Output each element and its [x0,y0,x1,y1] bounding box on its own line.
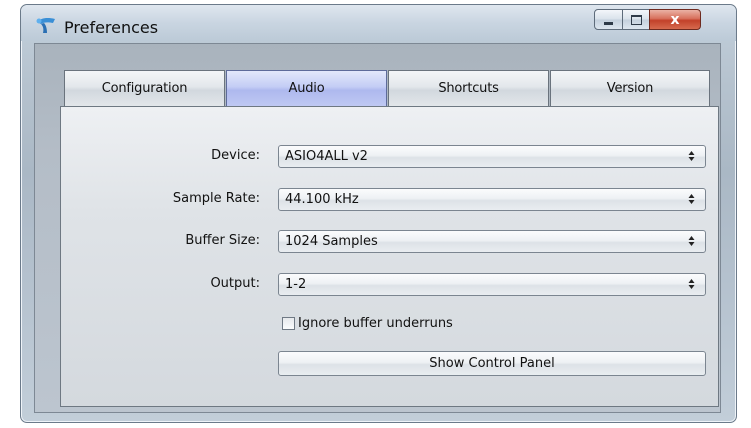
minimize-button[interactable] [594,9,623,30]
tab-version[interactable]: Version [550,70,710,106]
close-icon: x [670,11,680,28]
buffer-size-select[interactable]: 1024 Samples [278,230,706,253]
device-value: ASIO4ALL v2 [285,149,368,164]
window-title: Preferences [64,18,159,37]
close-button[interactable]: x [649,9,701,30]
buffer-size-value: 1024 Samples [285,234,378,249]
tab-configuration[interactable]: Configuration [64,70,225,106]
title-bar[interactable]: Preferences x [21,5,736,41]
output-select[interactable]: 1-2 [278,273,706,296]
tab-label: Configuration [101,81,188,96]
buffer-size-label: Buffer Size: [185,233,260,248]
show-control-panel-button[interactable]: Show Control Panel [278,351,706,376]
sample-rate-select[interactable]: 44.100 kHz [278,188,706,211]
updown-arrow-icon [688,279,695,289]
sample-rate-value: 44.100 kHz [285,192,359,207]
ignore-underruns-label[interactable]: Ignore buffer underruns [298,316,453,331]
device-select[interactable]: ASIO4ALL v2 [278,145,706,168]
output-label: Output: [210,276,260,291]
app-logo-icon [36,18,55,33]
device-label: Device: [211,148,260,163]
updown-arrow-icon [688,194,695,204]
ignore-underruns-checkbox[interactable] [282,317,295,330]
tab-label: Shortcuts [438,81,499,96]
output-value: 1-2 [285,277,307,292]
show-control-panel-label: Show Control Panel [429,356,555,371]
maximize-button[interactable] [622,9,650,30]
tab-shortcuts[interactable]: Shortcuts [388,70,549,106]
tab-label: Version [606,81,654,96]
tab-label: Audio [288,81,325,96]
updown-arrow-icon [688,236,695,246]
updown-arrow-icon [688,151,695,161]
minimize-icon [604,21,613,25]
sample-rate-label: Sample Rate: [172,191,260,206]
tab-audio[interactable]: Audio [226,70,387,106]
maximize-icon [630,14,642,25]
